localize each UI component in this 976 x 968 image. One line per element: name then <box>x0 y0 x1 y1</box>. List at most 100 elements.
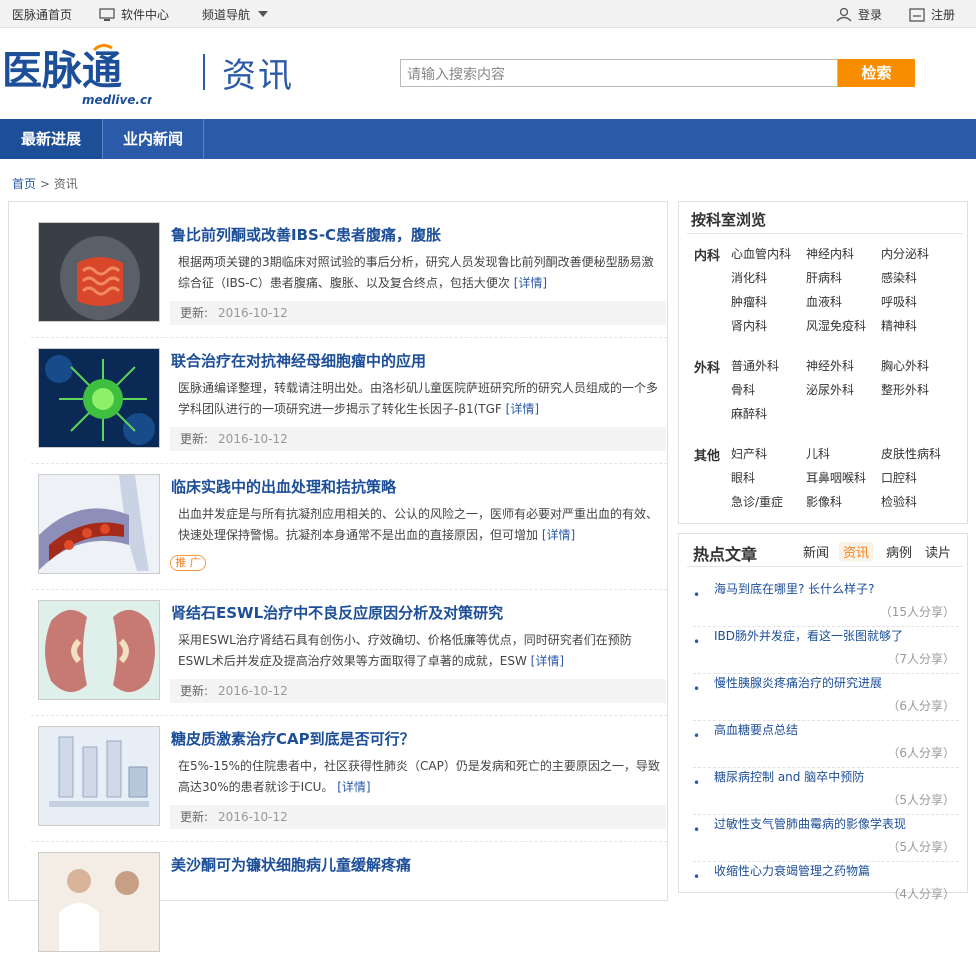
article-thumbnail[interactable] <box>38 222 160 322</box>
article-date: 2016-10-12 <box>218 306 288 320</box>
dept-link[interactable]: 神经内科 <box>806 245 854 262</box>
hot-article-title[interactable]: 收缩性心力衰竭管理之药物篇 <box>714 862 870 879</box>
medlive-logo[interactable]: 医脉通 medlive.cn <box>2 42 156 107</box>
article-item: 联合治疗在对抗神经母细胞瘤中的应用 医脉通编译整理，转载请注明出处。由洛杉矶儿童… <box>31 338 667 464</box>
channel-nav-dropdown[interactable]: 频道导航 <box>202 6 268 23</box>
article-summary: 采用ESWL治疗肾结石具有创伤小、疗效确切、价格低廉等优点，同时研究者们在预防E… <box>178 630 660 672</box>
article-title[interactable]: 美沙酮可为镰状细胞病儿童缓解疼痛 <box>171 854 411 875</box>
dept-link[interactable]: 肿瘤科 <box>731 293 767 310</box>
dept-link[interactable]: 血液科 <box>806 293 842 310</box>
blood-clot-image <box>39 475 159 573</box>
article-summary: 医脉通编译整理，转载请注明出处。由洛杉矶儿童医院萨班研究所的研究人员组成的一个多… <box>178 378 660 420</box>
register-link[interactable]: 注册 <box>909 6 955 23</box>
article-thumbnail[interactable] <box>38 474 160 574</box>
dept-link[interactable]: 眼科 <box>731 469 755 486</box>
details-link[interactable]: [详情] <box>506 402 539 416</box>
dept-category: 内科 <box>694 249 721 264</box>
search-input[interactable]: 请输入搜索内容 <box>400 59 838 87</box>
dept-link[interactable]: 消化科 <box>731 269 767 286</box>
hot-article-title[interactable]: 过敏性支气管肺曲霉病的影像学表现 <box>714 815 906 832</box>
article-thumbnail[interactable] <box>38 600 160 700</box>
user-icon <box>836 7 852 22</box>
kidney-image <box>39 601 159 699</box>
hot-article-title[interactable]: 慢性胰腺炎疼痛治疗的研究进展 <box>714 674 882 691</box>
dept-link[interactable]: 耳鼻咽喉科 <box>806 469 866 486</box>
dept-link[interactable]: 影像科 <box>806 493 842 510</box>
share-count: （15人分享） <box>879 605 955 619</box>
dept-link[interactable]: 神经外科 <box>806 357 854 374</box>
hot-article-item[interactable]: • 高血糖要点总结 （6人分享） <box>693 721 959 768</box>
hot-articles: 热点文章 新闻 资讯 病例 读片 • 海马到底在哪里? 长什么样子? （15人分享）… <box>678 533 968 901</box>
software-center-link[interactable]: 软件中心 <box>99 6 169 23</box>
share-count: （7人分享） <box>887 652 955 666</box>
dept-link[interactable]: 骨科 <box>731 381 755 398</box>
hot-article-item[interactable]: • 海马到底在哪里? 长什么样子? （15人分享） <box>693 580 959 627</box>
hot-article-item[interactable]: • IBD肠外并发症，看这一张图就够了 （7人分享） <box>693 627 959 674</box>
dept-link[interactable]: 风湿免疫科 <box>806 317 866 334</box>
dept-link[interactable]: 整形外科 <box>881 381 929 398</box>
dept-link[interactable]: 妇产科 <box>731 445 767 462</box>
article-thumbnail[interactable] <box>38 852 160 952</box>
dept-link[interactable]: 感染科 <box>881 269 917 286</box>
dept-link[interactable]: 检验科 <box>881 493 917 510</box>
hot-article-title[interactable]: IBD肠外并发症，看这一张图就够了 <box>714 627 903 644</box>
dept-link[interactable]: 泌尿外科 <box>806 381 854 398</box>
channel-nav-label: 频道导航 <box>202 8 251 22</box>
dept-link[interactable]: 胸心外科 <box>881 357 929 374</box>
article-thumbnail[interactable] <box>38 726 160 826</box>
details-link[interactable]: [详情] <box>514 276 547 290</box>
hot-article-item[interactable]: • 过敏性支气管肺曲霉病的影像学表现 （5人分享） <box>693 815 959 862</box>
tab-info[interactable]: 资讯 <box>839 542 874 561</box>
article-summary: 出血并发症是与所有抗凝剂应用相关的、公认的风险之一，医师有必要对严重出血的有效、… <box>178 504 660 546</box>
dept-link[interactable]: 麻醉科 <box>731 405 767 422</box>
details-link[interactable]: [详情] <box>337 780 370 794</box>
dept-link[interactable]: 内分泌科 <box>881 245 929 262</box>
tab-cases[interactable]: 病例 <box>886 542 912 561</box>
dept-link[interactable]: 心血管内科 <box>731 245 791 262</box>
article-summary: 在5%-15%的住院患者中，社区获得性肺炎（CAP）仍是发病和死亡的主要原因之一… <box>178 756 660 798</box>
hot-article-title[interactable]: 海马到底在哪里? 长什么样子? <box>714 580 875 597</box>
dept-link[interactable]: 普通外科 <box>731 357 779 374</box>
home-link[interactable]: 医脉通首页 <box>12 6 72 23</box>
article-title[interactable]: 联合治疗在对抗神经母细胞瘤中的应用 <box>171 350 426 371</box>
tab-news[interactable]: 新闻 <box>803 542 829 561</box>
hot-article-item[interactable]: • 收缩性心力衰竭管理之药物篇 （4人分享） <box>693 862 959 909</box>
tab-imaging[interactable]: 读片 <box>925 542 951 561</box>
login-link[interactable]: 登录 <box>836 6 882 23</box>
caret-down-icon <box>257 11 268 17</box>
article-title[interactable]: 糖皮质激素治疗CAP到底是否可行？ <box>171 728 415 749</box>
hot-article-item[interactable]: • 慢性胰腺炎疼痛治疗的研究进展 （6人分享） <box>693 674 959 721</box>
article-title[interactable]: 临床实践中的出血处理和拮抗策略 <box>171 476 396 497</box>
nav-item-latest[interactable]: 最新进展 <box>0 119 102 159</box>
hot-article-title[interactable]: 高血糖要点总结 <box>714 721 798 738</box>
share-count: （6人分享） <box>887 746 955 760</box>
dept-link[interactable]: 儿科 <box>806 445 830 462</box>
article-title[interactable]: 肾结石ESWL治疗中不良反应原因分析及对策研究 <box>171 602 503 623</box>
breadcrumb-home[interactable]: 首页 <box>12 177 36 191</box>
article-meta: 更新: 2016-10-12 <box>170 427 666 451</box>
dept-link[interactable]: 皮肤性病科 <box>881 445 941 462</box>
article-thumbnail[interactable] <box>38 348 160 448</box>
dept-link[interactable]: 肝病科 <box>806 269 842 286</box>
doctor-image <box>39 853 159 951</box>
dept-link[interactable]: 精神科 <box>881 317 917 334</box>
article-title[interactable]: 鲁比前列酮或改善IBS-C患者腹痛，腹胀 <box>171 224 441 245</box>
nav-item-industry-news[interactable]: 业内新闻 <box>103 119 203 159</box>
logo-text: 医脉通 <box>2 48 122 94</box>
dept-link[interactable]: 肾内科 <box>731 317 767 334</box>
hot-articles-title: 热点文章 <box>693 545 758 564</box>
bullet-icon: • <box>693 776 701 790</box>
dept-link[interactable]: 呼吸科 <box>881 293 917 310</box>
details-link[interactable]: [详情] <box>531 654 564 668</box>
monitor-icon <box>99 8 115 21</box>
dept-link[interactable]: 口腔科 <box>881 469 917 486</box>
hot-article-item[interactable]: • 糖尿病控制 and 脑卒中预防 （5人分享） <box>693 768 959 815</box>
search-button[interactable]: 检索 <box>838 59 915 87</box>
hot-article-title[interactable]: 糖尿病控制 and 脑卒中预防 <box>714 768 864 785</box>
dept-link[interactable]: 急诊/重症 <box>731 493 783 510</box>
update-label: 更新: <box>180 432 209 446</box>
department-browser: 按科室浏览 内科 心血管内科 神经内科 内分泌科 消化科 肝病科 感染科 肿瘤科… <box>678 201 968 524</box>
details-link[interactable]: [详情] <box>542 528 575 542</box>
share-count: （4人分享） <box>887 887 955 901</box>
article-meta: 更新: 2016-10-12 <box>170 805 666 829</box>
